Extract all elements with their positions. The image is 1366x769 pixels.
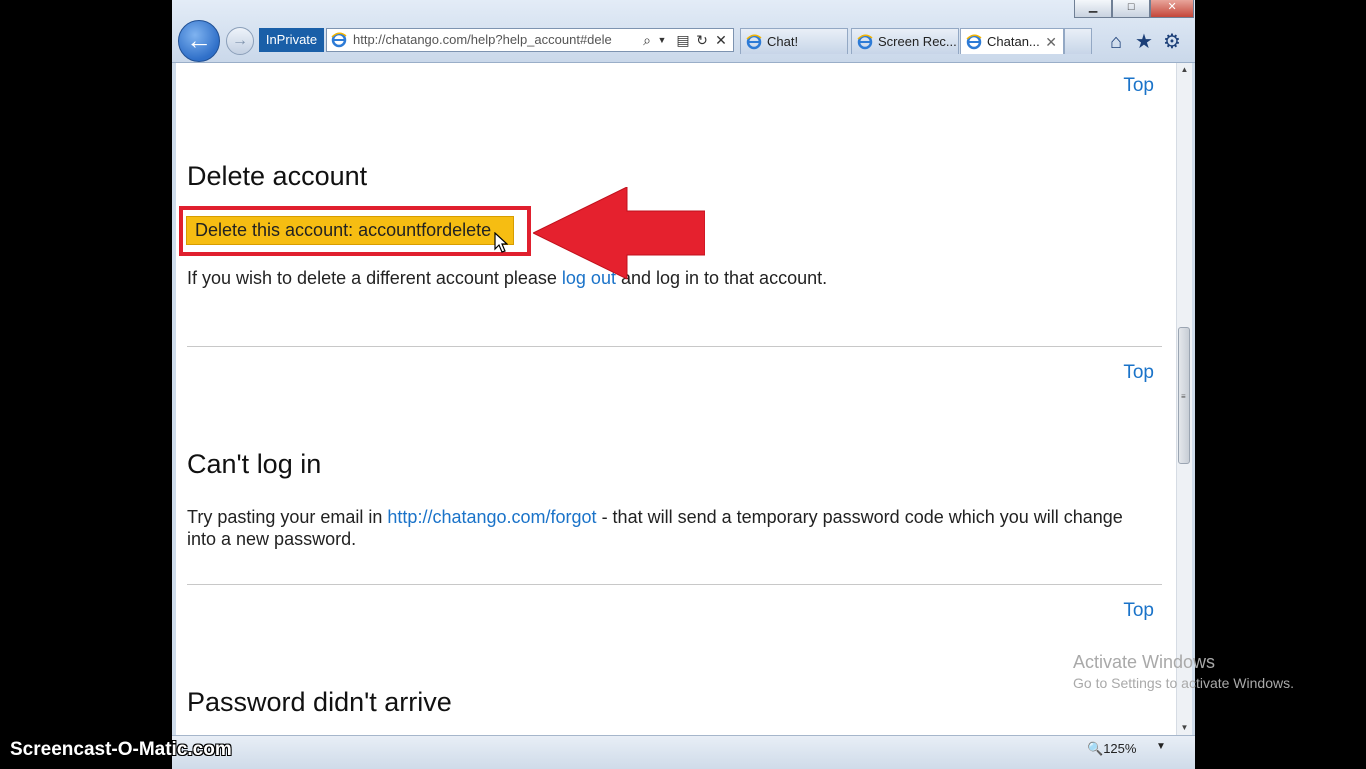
- back-arrow-icon: ←: [186, 25, 212, 55]
- chevron-down-icon[interactable]: ▼: [656, 29, 668, 51]
- refresh-icon[interactable]: ↻: [693, 29, 711, 51]
- text: - that will send a temporary password co…: [596, 507, 1123, 527]
- compatibility-view-icon[interactable]: ▤: [674, 29, 692, 51]
- divider: [187, 584, 1162, 585]
- tab-chat[interactable]: Chat!: [740, 28, 848, 54]
- recorder-brand-watermark: Screencast-O-Matic.com: [10, 739, 232, 760]
- scroll-thumb[interactable]: ≡: [1178, 327, 1190, 464]
- vertical-scrollbar[interactable]: ▲ ≡ ▼: [1176, 63, 1192, 735]
- search-icon[interactable]: ⌕: [638, 29, 656, 51]
- tab-label: Chat!: [767, 34, 799, 49]
- address-bar[interactable]: http://chatango.com/help?help_account#de…: [326, 28, 734, 52]
- tab-close-icon[interactable]: ✕: [1045, 29, 1057, 54]
- red-arrow-annotation: [533, 187, 705, 280]
- delete-account-button[interactable]: Delete this account: accountfordelete: [186, 216, 514, 245]
- zoom-magnifier-icon: 🔍: [1087, 741, 1104, 756]
- stop-icon[interactable]: ✕: [712, 29, 730, 51]
- browser-window: ▁ □ ✕ ← → InPrivate http://chatango.com/…: [172, 0, 1195, 769]
- mouse-cursor-icon: [494, 232, 508, 253]
- top-link[interactable]: Top: [1123, 362, 1154, 384]
- ie-tab-icon: [746, 34, 762, 50]
- maximize-button[interactable]: □: [1112, 0, 1151, 18]
- address-url[interactable]: http://chatango.com/help?help_account#de…: [353, 29, 633, 51]
- ie-page-icon: [331, 32, 347, 48]
- inprivate-badge[interactable]: InPrivate: [259, 28, 324, 52]
- page-content: Top Delete account Delete this account: …: [176, 63, 1176, 735]
- section-heading-cant-log-in: Can't log in: [187, 449, 322, 479]
- top-link[interactable]: Top: [1123, 600, 1154, 622]
- grip-icon: ≡: [1181, 392, 1186, 401]
- section-heading-password-didnt-arrive: Password didn't arrive: [187, 687, 452, 717]
- top-link[interactable]: Top: [1123, 75, 1154, 97]
- status-bar: 🔍125% ▼: [172, 735, 1195, 769]
- browser-toolbar: ▁ □ ✕ ← → InPrivate http://chatango.com/…: [172, 0, 1195, 63]
- watermark-subtitle: Go to Settings to activate Windows.: [1073, 675, 1294, 691]
- tab-chatango-help[interactable]: Chatan... ✕: [960, 28, 1064, 54]
- zoom-level[interactable]: 🔍125%: [1087, 741, 1136, 757]
- section-heading-delete-account: Delete account: [187, 161, 368, 191]
- back-button[interactable]: ←: [178, 20, 220, 62]
- divider: [187, 346, 1162, 347]
- text: Try pasting your email in: [187, 507, 388, 527]
- tab-screen-recorder[interactable]: Screen Rec...: [851, 28, 959, 54]
- watermark-title: Activate Windows: [1073, 652, 1216, 672]
- forgot-password-link[interactable]: http://chatango.com/forgot: [387, 507, 596, 527]
- text: into a new password.: [187, 529, 357, 549]
- text: If you wish to delete a different accoun…: [187, 268, 562, 288]
- scroll-up-icon[interactable]: ▲: [1177, 63, 1192, 77]
- window-controls: ▁ □ ✕: [1074, 0, 1194, 19]
- new-tab-button[interactable]: [1064, 28, 1092, 54]
- favorites-star-icon[interactable]: ★: [1133, 31, 1155, 53]
- ie-tab-icon: [966, 34, 982, 50]
- delete-account-instructions: If you wish to delete a different accoun…: [187, 267, 827, 289]
- home-icon[interactable]: ⌂: [1105, 31, 1127, 53]
- close-window-button[interactable]: ✕: [1150, 0, 1194, 18]
- forward-arrow-icon: →: [232, 32, 248, 49]
- zoom-label: 125%: [1103, 741, 1137, 756]
- tab-label: Screen Rec...: [878, 34, 957, 49]
- minimize-button[interactable]: ▁: [1074, 0, 1113, 18]
- cant-log-in-instructions: Try pasting your email in http://chatang…: [187, 506, 1172, 550]
- ie-tab-icon: [857, 34, 873, 50]
- scroll-down-icon[interactable]: ▼: [1177, 721, 1192, 735]
- tab-label: Chatan...: [987, 34, 1040, 49]
- zoom-dropdown-icon[interactable]: ▼: [1156, 741, 1166, 752]
- forward-button[interactable]: →: [226, 27, 254, 55]
- activate-windows-watermark: Activate Windows Go to Settings to activ…: [1073, 651, 1294, 693]
- settings-gear-icon[interactable]: ⚙: [1161, 31, 1183, 53]
